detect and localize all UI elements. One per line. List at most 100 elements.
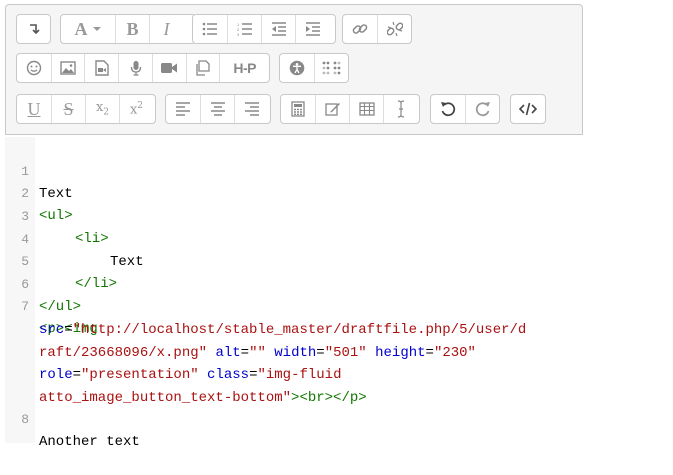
align-right-icon [244,102,259,116]
special-character-button[interactable] [315,95,349,123]
superscript-icon: x2 [129,100,144,118]
code-icon [519,102,537,116]
accessibility-checker-button[interactable] [280,54,314,82]
code-line: 5 </li> [5,229,117,292]
alignment-group [165,94,271,124]
bold-button[interactable]: B [115,15,149,43]
html-button[interactable] [511,95,545,123]
code-segment: src="http://localhost/stable_master/draf… [39,322,527,338]
style-button[interactable]: A [61,15,115,43]
link-button[interactable] [343,15,377,43]
subscript-icon: x2 [95,100,110,118]
video-camera-icon [161,63,178,73]
code-line: 8 Another text [5,387,140,450]
html-source-editor[interactable]: 1 Text 2 <ul> 3 <li> 4 Text 5 </li> 6 </… [5,137,583,450]
microphone-icon [130,61,141,76]
align-center-icon [210,102,225,116]
ordered-list-button[interactable]: 123 [227,15,261,43]
subscript-button[interactable]: x2 [85,95,119,123]
code-segment: raft/23668096/x.png" alt="" width="501" … [39,345,476,361]
braille-icon [322,61,340,75]
h5p-icon: H-P [233,60,256,76]
font-style-icon: A [74,18,88,39]
h5p-button[interactable]: H-P [219,54,269,82]
screenreader-helper-button[interactable] [314,54,348,82]
table-icon [358,102,375,116]
list-group: 123 [192,14,336,44]
calculator-icon [291,101,305,117]
code-line: 7 <p><img [5,274,98,337]
redo-icon [475,102,490,117]
clear-formatting-button[interactable] [383,95,417,123]
accessibility-group [279,53,349,83]
redo-button[interactable] [465,95,499,123]
code-line-wrapped: atto_image_button_text-bottom"><br></p> [5,365,367,406]
html-group [510,94,546,124]
link-group [342,14,412,44]
code-text: Text [110,254,144,270]
underline-icon: U [27,98,41,119]
history-group [430,94,500,124]
align-left-icon [176,102,190,116]
code-tag: <li> [75,231,109,247]
equation-button[interactable] [281,95,315,123]
text-style-group: A B I [60,14,196,44]
undo-icon [441,102,456,117]
code-line: 6 </ul> [5,252,81,315]
svg-text:3: 3 [237,32,240,36]
align-center-button[interactable] [200,95,234,123]
emoticon-icon [26,60,42,76]
code-tag: </li> [75,276,118,292]
code-segment: atto_image_button_text-bottom"><br></p> [39,390,367,406]
superscript-button[interactable]: x2 [119,95,153,123]
align-right-button[interactable] [234,95,268,123]
code-text: Another text [39,434,140,450]
media-file-icon [95,60,109,76]
collapse-arrow-icon [29,24,40,35]
files-icon [196,60,210,76]
italic-button[interactable]: I [149,15,183,43]
ordered-list-icon: 123 [237,22,252,36]
code-line-wrapped: raft/23668096/x.png" alt="" width="501" … [5,320,476,361]
code-line: 1 Text [5,139,72,202]
undo-button[interactable] [431,95,465,123]
bold-icon: B [126,18,139,39]
image-button[interactable] [50,54,85,82]
collapse-group [16,14,51,44]
code-segment: role="presentation" class="img-fluid [39,367,342,383]
strikethrough-icon: S [63,98,74,119]
image-icon [60,61,76,75]
media-group: H-P [16,53,270,83]
indent-icon [305,22,320,36]
code-text: Text [39,186,73,202]
code-line-wrapped: role="presentation" class="img-fluid [5,342,341,383]
text-decoration-group: U S x2 x2 [16,94,156,124]
line-number: 8 [21,412,29,427]
link-icon [352,24,368,34]
manage-files-button[interactable] [185,54,220,82]
unordered-list-button[interactable] [193,15,227,43]
accessibility-icon [289,60,305,76]
underline-button[interactable]: U [17,95,51,123]
table-button[interactable] [349,95,383,123]
unordered-list-icon [202,22,217,36]
strikethrough-button[interactable]: S [51,95,85,123]
media-button[interactable] [84,54,118,82]
align-left-button[interactable] [166,95,200,123]
emoticon-button[interactable] [17,54,51,82]
italic-icon: I [163,18,170,39]
chevron-down-icon [92,27,101,31]
outdent-icon [271,22,286,36]
code-tag: </ul> [39,299,82,315]
unlink-button[interactable] [377,15,411,43]
outdent-button[interactable] [261,15,295,43]
code-tag: <ul> [39,208,73,224]
editor-toolbar: A B I 123 H-P U S x2 x2 [5,4,583,135]
indent-button[interactable] [295,15,329,43]
insert-group [280,94,420,124]
record-audio-button[interactable] [118,54,152,82]
collapse-button[interactable] [17,15,50,43]
code-line-wrapped: src="http://localhost/stable_master/draf… [5,297,526,338]
code-line: 3 <li> [5,184,108,247]
record-video-button[interactable] [151,54,186,82]
